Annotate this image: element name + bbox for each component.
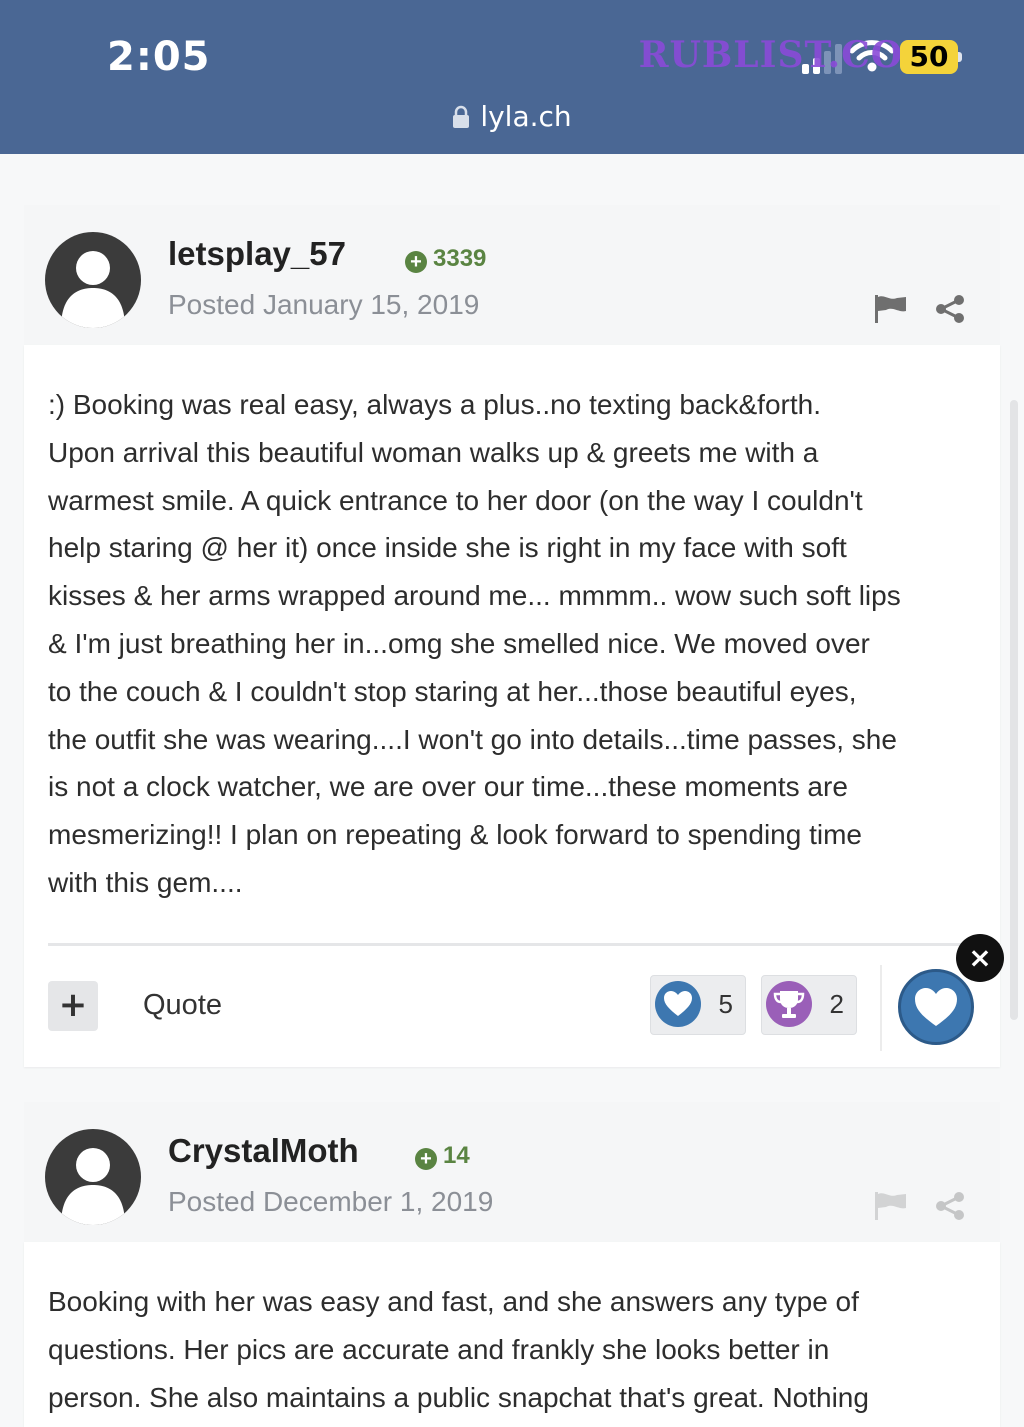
battery-tip [958,52,962,62]
status-bar: 2:05 lyla.ch RUBLIST.COM 50 [0,0,1024,154]
default-avatar-icon [61,251,125,328]
reputation-badge: +3339 [405,245,486,273]
plus-circle-icon: + [415,1148,437,1170]
post-text: :) Booking was real easy, always a plus.… [48,389,901,898]
heart-icon [915,988,957,1026]
like-count: 5 [718,989,733,1019]
react-heart-button[interactable] [898,969,974,1045]
post-content: Booking with her was easy and fast, and … [24,1242,1000,1427]
flag-icon[interactable] [875,1192,907,1224]
trophy-reaction[interactable]: 2 [761,975,857,1035]
divider [48,943,1000,946]
share-icon[interactable] [935,295,965,327]
post-content: :) Booking was real easy, always a plus.… [24,345,1000,1067]
post-date[interactable]: Posted January 15, 2019 [168,289,479,321]
reputation-count: 14 [443,1142,470,1169]
heart-icon [655,981,701,1027]
author-name[interactable]: CrystalMoth [168,1132,359,1170]
trophy-icon [766,981,812,1027]
lock-icon [452,103,470,136]
scrollbar[interactable] [1010,400,1018,1020]
add-button[interactable]: + [48,981,98,1031]
default-avatar-icon [61,1148,125,1225]
close-button[interactable]: × [956,934,1004,982]
post-date[interactable]: Posted December 1, 2019 [168,1186,493,1218]
trophy-count: 2 [829,989,844,1019]
like-reaction[interactable]: 5 [650,975,746,1035]
post-header: letsplay_57 +3339 Posted January 15, 201… [24,205,1000,345]
clock: 2:05 [107,34,211,80]
post-header: CrystalMoth +14 Posted December 1, 2019 [24,1102,1000,1242]
separator [880,965,882,1051]
post-text: Booking with her was easy and fast, and … [48,1286,869,1413]
watermark-logo: RUBLIST.COM [638,34,944,76]
author-name[interactable]: letsplay_57 [168,235,346,273]
address-bar[interactable]: lyla.ch [0,100,1024,136]
battery-level: 50 [909,40,949,73]
avatar[interactable] [45,1129,141,1225]
url-text: lyla.ch [480,100,572,133]
reputation-count: 3339 [433,245,487,272]
battery-icon: 50 [900,40,958,74]
flag-icon[interactable] [875,295,907,327]
share-icon[interactable] [935,1192,965,1224]
plus-circle-icon: + [405,251,427,273]
avatar[interactable] [45,232,141,328]
reputation-badge: +14 [415,1142,470,1170]
quote-button[interactable]: Quote [143,989,222,1022]
